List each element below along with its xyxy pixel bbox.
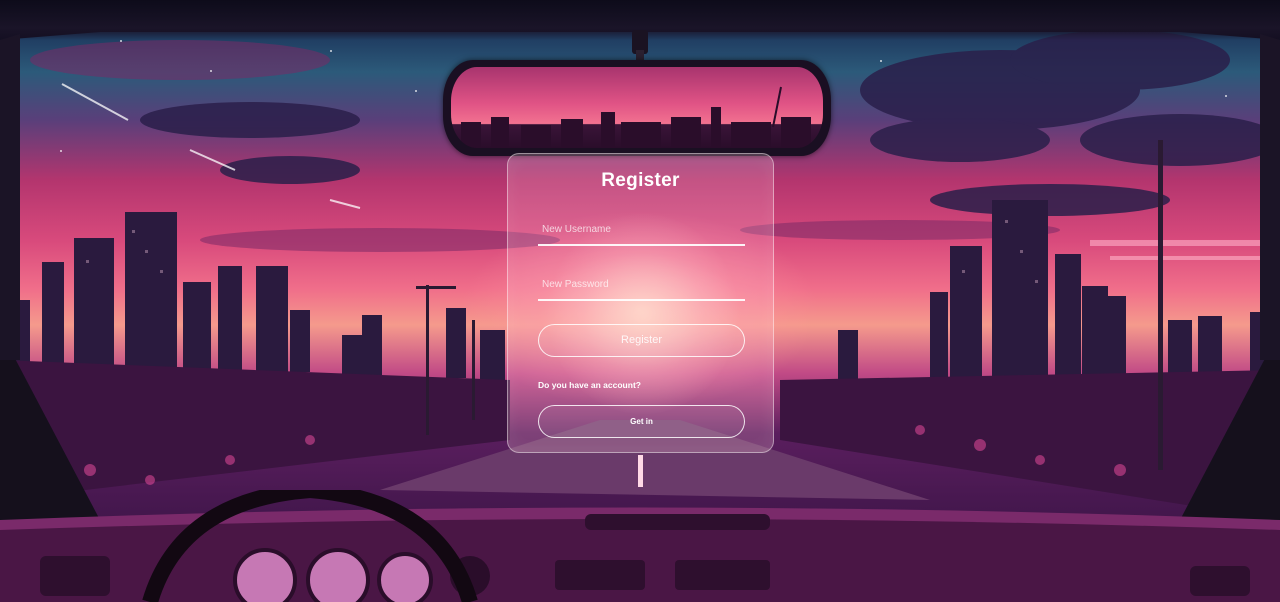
password-field bbox=[538, 271, 745, 301]
mirror-reflection bbox=[451, 67, 823, 148]
register-button[interactable]: Register bbox=[538, 324, 745, 357]
account-prompt: Do you have an account? bbox=[538, 380, 641, 390]
password-input[interactable] bbox=[538, 271, 745, 297]
background-scene: Register Register Do you have an account… bbox=[0, 0, 1280, 602]
register-card: Register Register Do you have an account… bbox=[507, 153, 774, 453]
car-dashboard bbox=[0, 490, 1280, 602]
username-input[interactable] bbox=[538, 216, 745, 242]
rearview-mirror bbox=[443, 60, 831, 156]
register-title: Register bbox=[601, 170, 680, 191]
get-in-button[interactable]: Get in bbox=[538, 405, 745, 438]
mirror-city-silhouette bbox=[461, 86, 811, 148]
username-field bbox=[538, 216, 745, 246]
